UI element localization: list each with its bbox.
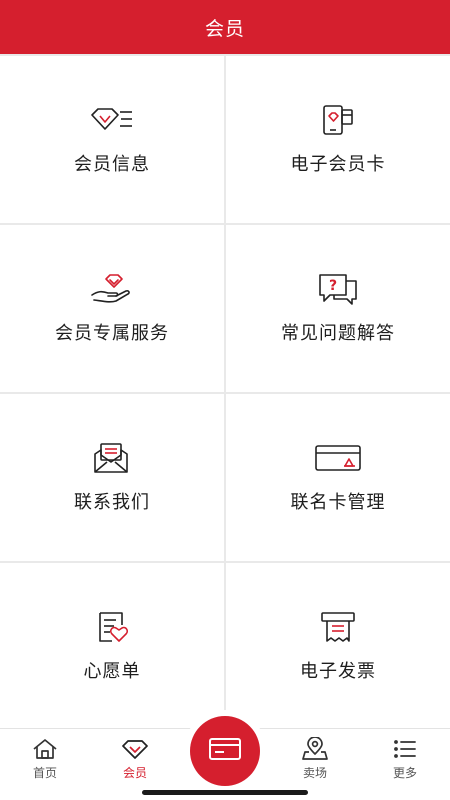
- menu-item-member-info[interactable]: 会员信息: [0, 56, 224, 223]
- credit-card-icon: [314, 442, 362, 474]
- page-title: 会员: [204, 17, 245, 40]
- menu-item-faq[interactable]: ? 常见问题解答: [226, 225, 450, 392]
- menu-item-label: 心愿单: [83, 660, 141, 682]
- tab-label: 更多: [392, 766, 417, 780]
- tab-label: 首页: [32, 766, 57, 780]
- menu-item-e-member-card[interactable]: 电子会员卡: [226, 56, 450, 223]
- wishlist-heart-icon: [88, 611, 136, 643]
- tab-member[interactable]: 会员: [90, 737, 180, 783]
- tab-stores[interactable]: 卖场: [270, 737, 360, 783]
- diamond-icon: [121, 737, 149, 761]
- question-chat-icon: ?: [314, 273, 362, 305]
- app-header: 会员: [0, 0, 450, 54]
- tab-label: 卖场: [302, 766, 327, 780]
- menu-item-contact-us[interactable]: 联系我们: [0, 394, 224, 561]
- menu-item-label: 联名卡管理: [290, 491, 386, 513]
- menu-item-label: 电子发票: [300, 660, 376, 682]
- tab-more[interactable]: 更多: [360, 737, 450, 783]
- tab-home[interactable]: 首页: [0, 737, 90, 783]
- svg-text:?: ?: [329, 278, 337, 294]
- menu-item-cobrand-card[interactable]: 联名卡管理: [226, 394, 450, 561]
- menu-item-wishlist[interactable]: 心愿单: [0, 563, 224, 730]
- menu-item-label: 电子会员卡: [290, 153, 386, 175]
- diamond-list-icon: [88, 104, 136, 136]
- home-indicator: [142, 790, 308, 795]
- home-icon: [31, 737, 59, 761]
- member-menu-grid: 会员信息 电子会员卡 会员专属服务 ? 常见问题解答 联系我们 联名卡管理 心愿…: [0, 54, 450, 730]
- envelope-icon: [88, 442, 136, 474]
- member-card-button[interactable]: [190, 716, 260, 786]
- menu-item-e-invoice[interactable]: 电子发票: [226, 563, 450, 730]
- hand-diamond-icon: [88, 273, 136, 305]
- menu-item-label: 常见问题解答: [281, 322, 395, 344]
- more-list-icon: [391, 737, 419, 761]
- invoice-receipt-icon: [314, 611, 362, 643]
- phone-card-icon: [314, 104, 362, 136]
- tab-label: 会员: [122, 766, 147, 780]
- menu-item-label: 联系我们: [74, 491, 150, 513]
- map-pin-icon: [301, 737, 329, 761]
- menu-item-label: 会员专属服务: [55, 322, 169, 344]
- menu-item-exclusive-service[interactable]: 会员专属服务: [0, 225, 224, 392]
- card-icon: [208, 736, 242, 766]
- menu-item-label: 会员信息: [74, 153, 150, 175]
